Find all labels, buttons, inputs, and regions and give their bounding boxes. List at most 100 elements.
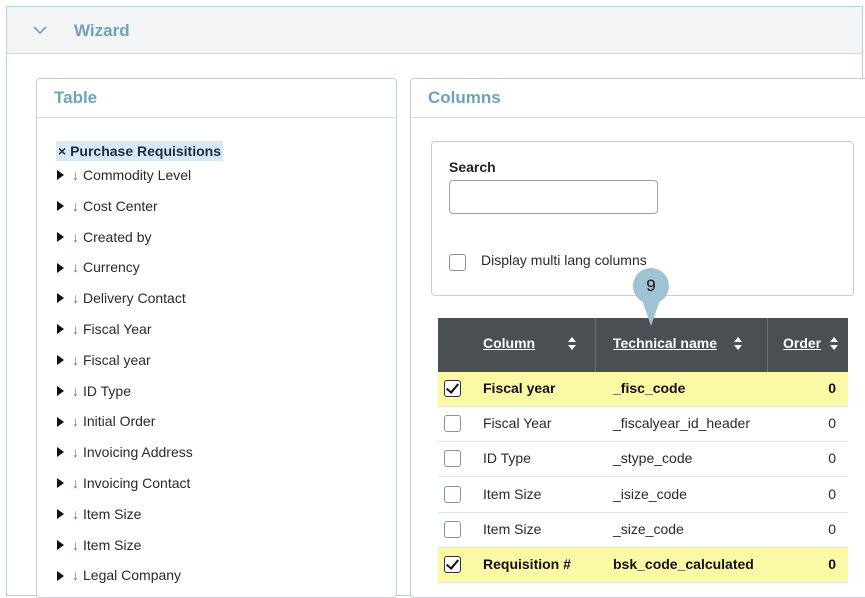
sort-icon[interactable]	[830, 337, 838, 351]
expand-triangle-icon[interactable]	[57, 262, 64, 273]
tree-root-purchase-requisitions[interactable]: × Purchase Requisitions	[56, 141, 223, 161]
row-checkbox[interactable]	[444, 485, 461, 503]
tree-item[interactable]: ↓ Created by	[57, 227, 151, 247]
table-panel-title: Table	[54, 88, 98, 107]
tree-item-label: Initial Order	[83, 413, 156, 430]
technical-name-cell: _size_code	[613, 520, 684, 537]
down-arrow-icon: ↓	[72, 382, 79, 399]
expand-triangle-icon[interactable]	[57, 539, 64, 550]
technical-name-cell: _fisc_code	[613, 380, 686, 396]
table-panel: Table × Purchase Requisitions ↓ Commodity…	[36, 78, 397, 598]
expand-triangle-icon[interactable]	[57, 231, 64, 242]
multi-lang-checkbox[interactable]	[449, 254, 466, 271]
table-row[interactable]: Requisition # bsk_code_calculated 0	[438, 548, 848, 583]
expand-triangle-icon[interactable]	[57, 385, 64, 396]
down-arrow-icon: ↓	[72, 505, 79, 522]
tree-item[interactable]: ↓ Currency	[57, 257, 140, 277]
tree-item[interactable]: ↓ Invoicing Address	[57, 442, 193, 462]
order-cell: 0	[828, 450, 836, 467]
tree-item-label: Currency	[83, 259, 140, 276]
tree-item[interactable]: ↓ Delivery Contact	[57, 288, 186, 308]
order-cell: 0	[828, 380, 836, 396]
expand-triangle-icon[interactable]	[57, 416, 64, 427]
callout-badge: 9	[633, 268, 669, 304]
down-arrow-icon: ↓	[72, 536, 79, 553]
technical-name-header[interactable]: Technical name	[613, 335, 717, 351]
tree-item-label: Item Size	[83, 505, 142, 522]
expand-triangle-icon[interactable]	[57, 355, 64, 366]
down-arrow-icon: ↓	[72, 259, 79, 276]
header-divider	[595, 318, 596, 372]
expand-triangle-icon[interactable]	[57, 570, 64, 581]
tree-item[interactable]: ↓ Fiscal year	[57, 350, 151, 370]
order-cell: 0	[828, 520, 836, 537]
expand-triangle-icon[interactable]	[57, 509, 64, 520]
row-checkbox[interactable]	[444, 450, 461, 468]
technical-name-cell: _stype_code	[613, 450, 693, 467]
tree-item[interactable]: ↓ Legal Company	[57, 565, 181, 585]
search-input[interactable]	[449, 180, 658, 214]
column-cell: Requisition #	[483, 556, 571, 572]
column-cell: Item Size	[483, 520, 542, 537]
technical-name-cell: _fiscalyear_id_header	[613, 415, 750, 432]
tree-item-label: ID Type	[83, 382, 131, 399]
table-row[interactable]: Item Size _size_code 0	[438, 513, 848, 548]
columns-grid-header: Column Technical name Order	[438, 318, 848, 372]
columns-panel-title: Columns	[428, 88, 501, 107]
table-row[interactable]: ID Type _stype_code 0	[438, 442, 848, 478]
sort-icon[interactable]	[568, 337, 576, 351]
wizard-title: Wizard	[74, 21, 130, 40]
row-checkbox[interactable]	[444, 520, 461, 538]
down-arrow-icon: ↓	[72, 475, 79, 491]
table-row[interactable]: Fiscal Year _fiscalyear_id_header 0	[438, 407, 848, 443]
column-cell: Fiscal Year	[483, 415, 552, 432]
order-cell: 0	[828, 556, 836, 572]
column-cell: Fiscal year	[483, 380, 556, 396]
tree-item-label: Item Size	[83, 536, 142, 553]
tree-item-label: Cost Center	[83, 197, 158, 214]
expand-triangle-icon[interactable]	[57, 201, 64, 212]
tree-item-label: Fiscal year	[83, 351, 151, 368]
tree-item-label: Commodity Level	[83, 167, 192, 183]
tree-item-label: Delivery Contact	[83, 290, 186, 307]
down-arrow-icon: ↓	[72, 567, 79, 584]
columns-panel: Columns Search Display multi lang column…	[410, 78, 865, 598]
tree-item[interactable]: ↓ Item Size	[57, 504, 141, 524]
chevron-down-icon[interactable]	[31, 21, 49, 39]
down-arrow-icon: ↓	[72, 413, 79, 430]
tree-item[interactable]: ↓ Fiscal Year	[57, 319, 151, 339]
down-arrow-icon: ↓	[72, 228, 79, 245]
expand-triangle-icon[interactable]	[57, 170, 64, 181]
tree-item[interactable]: ↓ Item Size	[57, 535, 141, 555]
technical-name-cell: _isize_code	[613, 485, 687, 502]
table-row[interactable]: Fiscal year _fisc_code 0	[438, 372, 848, 407]
header-divider	[767, 318, 768, 372]
columns-panel-header: Columns	[411, 79, 865, 118]
tree-item[interactable]: ↓ Cost Center	[57, 196, 158, 216]
column-cell: ID Type	[483, 450, 531, 467]
expand-triangle-icon[interactable]	[57, 447, 64, 458]
down-arrow-icon: ↓	[72, 167, 79, 183]
expand-triangle-icon[interactable]	[57, 324, 64, 335]
search-label: Search	[449, 159, 496, 175]
wizard-header[interactable]: Wizard	[7, 7, 862, 54]
down-arrow-icon: ↓	[72, 321, 79, 337]
tree-item[interactable]: ↓ ID Type	[57, 381, 131, 401]
tree-item[interactable]: ↓ Commodity Level	[57, 165, 191, 185]
tree-item[interactable]: ↓ Initial Order	[57, 411, 155, 431]
sort-icon[interactable]	[734, 337, 742, 351]
order-header[interactable]: Order	[783, 335, 821, 351]
expand-triangle-icon[interactable]	[57, 293, 64, 304]
multi-lang-label: Display multi lang columns	[481, 252, 647, 268]
table-row[interactable]: Item Size _isize_code 0	[438, 478, 848, 513]
technical-name-cell: bsk_code_calculated	[613, 556, 754, 572]
column-header[interactable]: Column	[483, 335, 535, 351]
row-checkbox[interactable]	[444, 380, 461, 397]
tree-item[interactable]: ↓ Invoicing Contact	[57, 473, 190, 493]
row-checkbox[interactable]	[444, 415, 461, 433]
table-panel-header: Table	[37, 79, 396, 118]
tree-item-label: Invoicing Contact	[83, 475, 191, 491]
row-checkbox[interactable]	[444, 556, 461, 573]
expand-triangle-icon[interactable]	[57, 478, 64, 489]
tree-item-label: Created by	[83, 228, 152, 245]
